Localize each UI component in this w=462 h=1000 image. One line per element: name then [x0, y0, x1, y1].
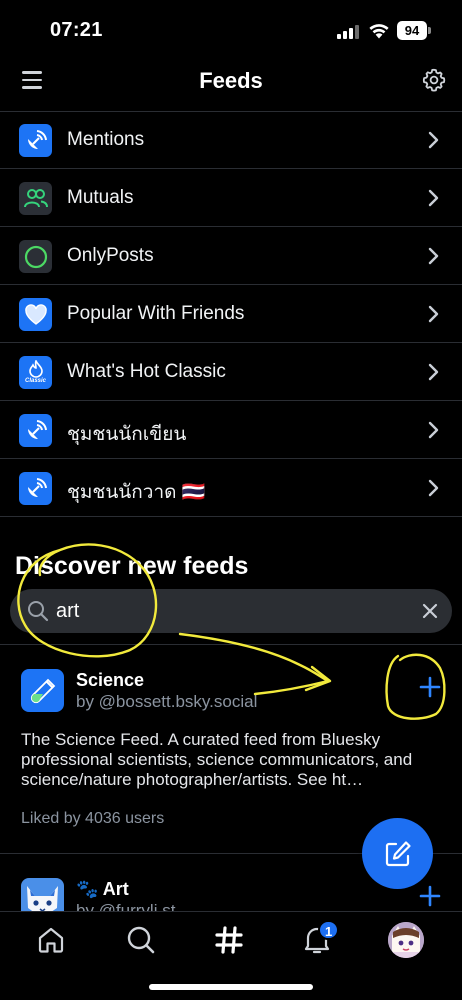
- feed-item-whats-hot-classic[interactable]: Classic What's Hot Classic: [0, 343, 462, 401]
- wifi-icon: [369, 24, 389, 39]
- gear-icon[interactable]: [422, 68, 446, 92]
- satellite-dish-icon: [19, 124, 52, 157]
- chevron-right-icon: [428, 305, 439, 323]
- feed-label: ชุมชนนักวาด 🇹🇭: [67, 482, 206, 503]
- feed-label: What's Hot Classic: [67, 361, 226, 382]
- search-icon: [28, 601, 49, 622]
- mutuals-icon: [19, 182, 52, 215]
- discover-title: Discover new feeds: [15, 552, 249, 580]
- profile-avatar[interactable]: [388, 922, 424, 958]
- feed-item-popular-with-friends[interactable]: Popular With Friends: [0, 285, 462, 343]
- heart-icon: [19, 298, 52, 331]
- cellular-signal-icon: [337, 25, 361, 39]
- add-feed-button[interactable]: [416, 673, 444, 701]
- header: Feeds: [0, 58, 462, 104]
- feed-label: Mentions: [67, 129, 145, 150]
- search-input[interactable]: [56, 597, 386, 625]
- chevron-right-icon: [428, 479, 439, 497]
- battery-level: 94: [397, 21, 427, 40]
- feed-item-mentions[interactable]: Mentions: [0, 111, 462, 169]
- add-feed-button[interactable]: [416, 882, 444, 910]
- status-time: 07:21: [50, 19, 103, 41]
- feed-result-description: The Science Feed. A curated feed from Bl…: [21, 730, 413, 789]
- notifications-badge: 1: [318, 920, 340, 940]
- feed-search-bar: [10, 589, 452, 633]
- saved-feeds-list: Mentions Mutuals OnlyPosts Popular With …: [0, 111, 462, 517]
- green-circle-icon: [19, 240, 52, 273]
- feed-result-author: by @furryli.st: [76, 901, 176, 911]
- page-title: Feeds: [199, 68, 263, 93]
- feed-result-name: Science: [76, 670, 145, 690]
- close-icon[interactable]: [421, 602, 439, 620]
- chevron-right-icon: [428, 247, 439, 265]
- fox-avatar-icon: [21, 878, 64, 911]
- chevron-right-icon: [428, 189, 439, 207]
- flame-classic-icon: Classic: [19, 356, 52, 389]
- feed-result-author: by @bossett.bsky.social: [76, 692, 258, 711]
- chevron-right-icon: [428, 421, 439, 439]
- feed-item-artists-community[interactable]: ชุมชนนักวาด 🇹🇭: [0, 459, 462, 517]
- chevron-right-icon: [428, 363, 439, 381]
- compose-icon: [385, 840, 411, 866]
- feed-label: ชุมชนนักเขียน: [67, 424, 187, 445]
- test-tube-icon: [21, 669, 64, 712]
- status-bar: 07:21 94: [0, 0, 462, 58]
- chevron-right-icon: [428, 131, 439, 149]
- feed-result-name: 🐾 Art: [76, 879, 129, 899]
- feed-label: Popular With Friends: [67, 303, 245, 324]
- feed-label: OnlyPosts: [67, 245, 154, 266]
- feed-item-writers-community[interactable]: ชุมชนนักเขียน: [0, 401, 462, 459]
- classic-badge-text: Classic: [24, 378, 46, 384]
- compose-button[interactable]: [362, 818, 433, 889]
- home-indicator: [149, 984, 313, 990]
- search-icon[interactable]: [126, 925, 156, 955]
- satellite-dish-icon: [19, 414, 52, 447]
- feed-item-mutuals[interactable]: Mutuals: [0, 169, 462, 227]
- feed-result-likes: Liked by 4036 users: [21, 810, 165, 827]
- satellite-dish-icon: [19, 472, 52, 505]
- home-icon[interactable]: [36, 925, 66, 955]
- feed-label: Mutuals: [67, 187, 134, 208]
- feed-item-onlyposts[interactable]: OnlyPosts: [0, 227, 462, 285]
- battery-icon: 94: [397, 21, 431, 40]
- hashtag-feeds-icon[interactable]: [214, 925, 244, 955]
